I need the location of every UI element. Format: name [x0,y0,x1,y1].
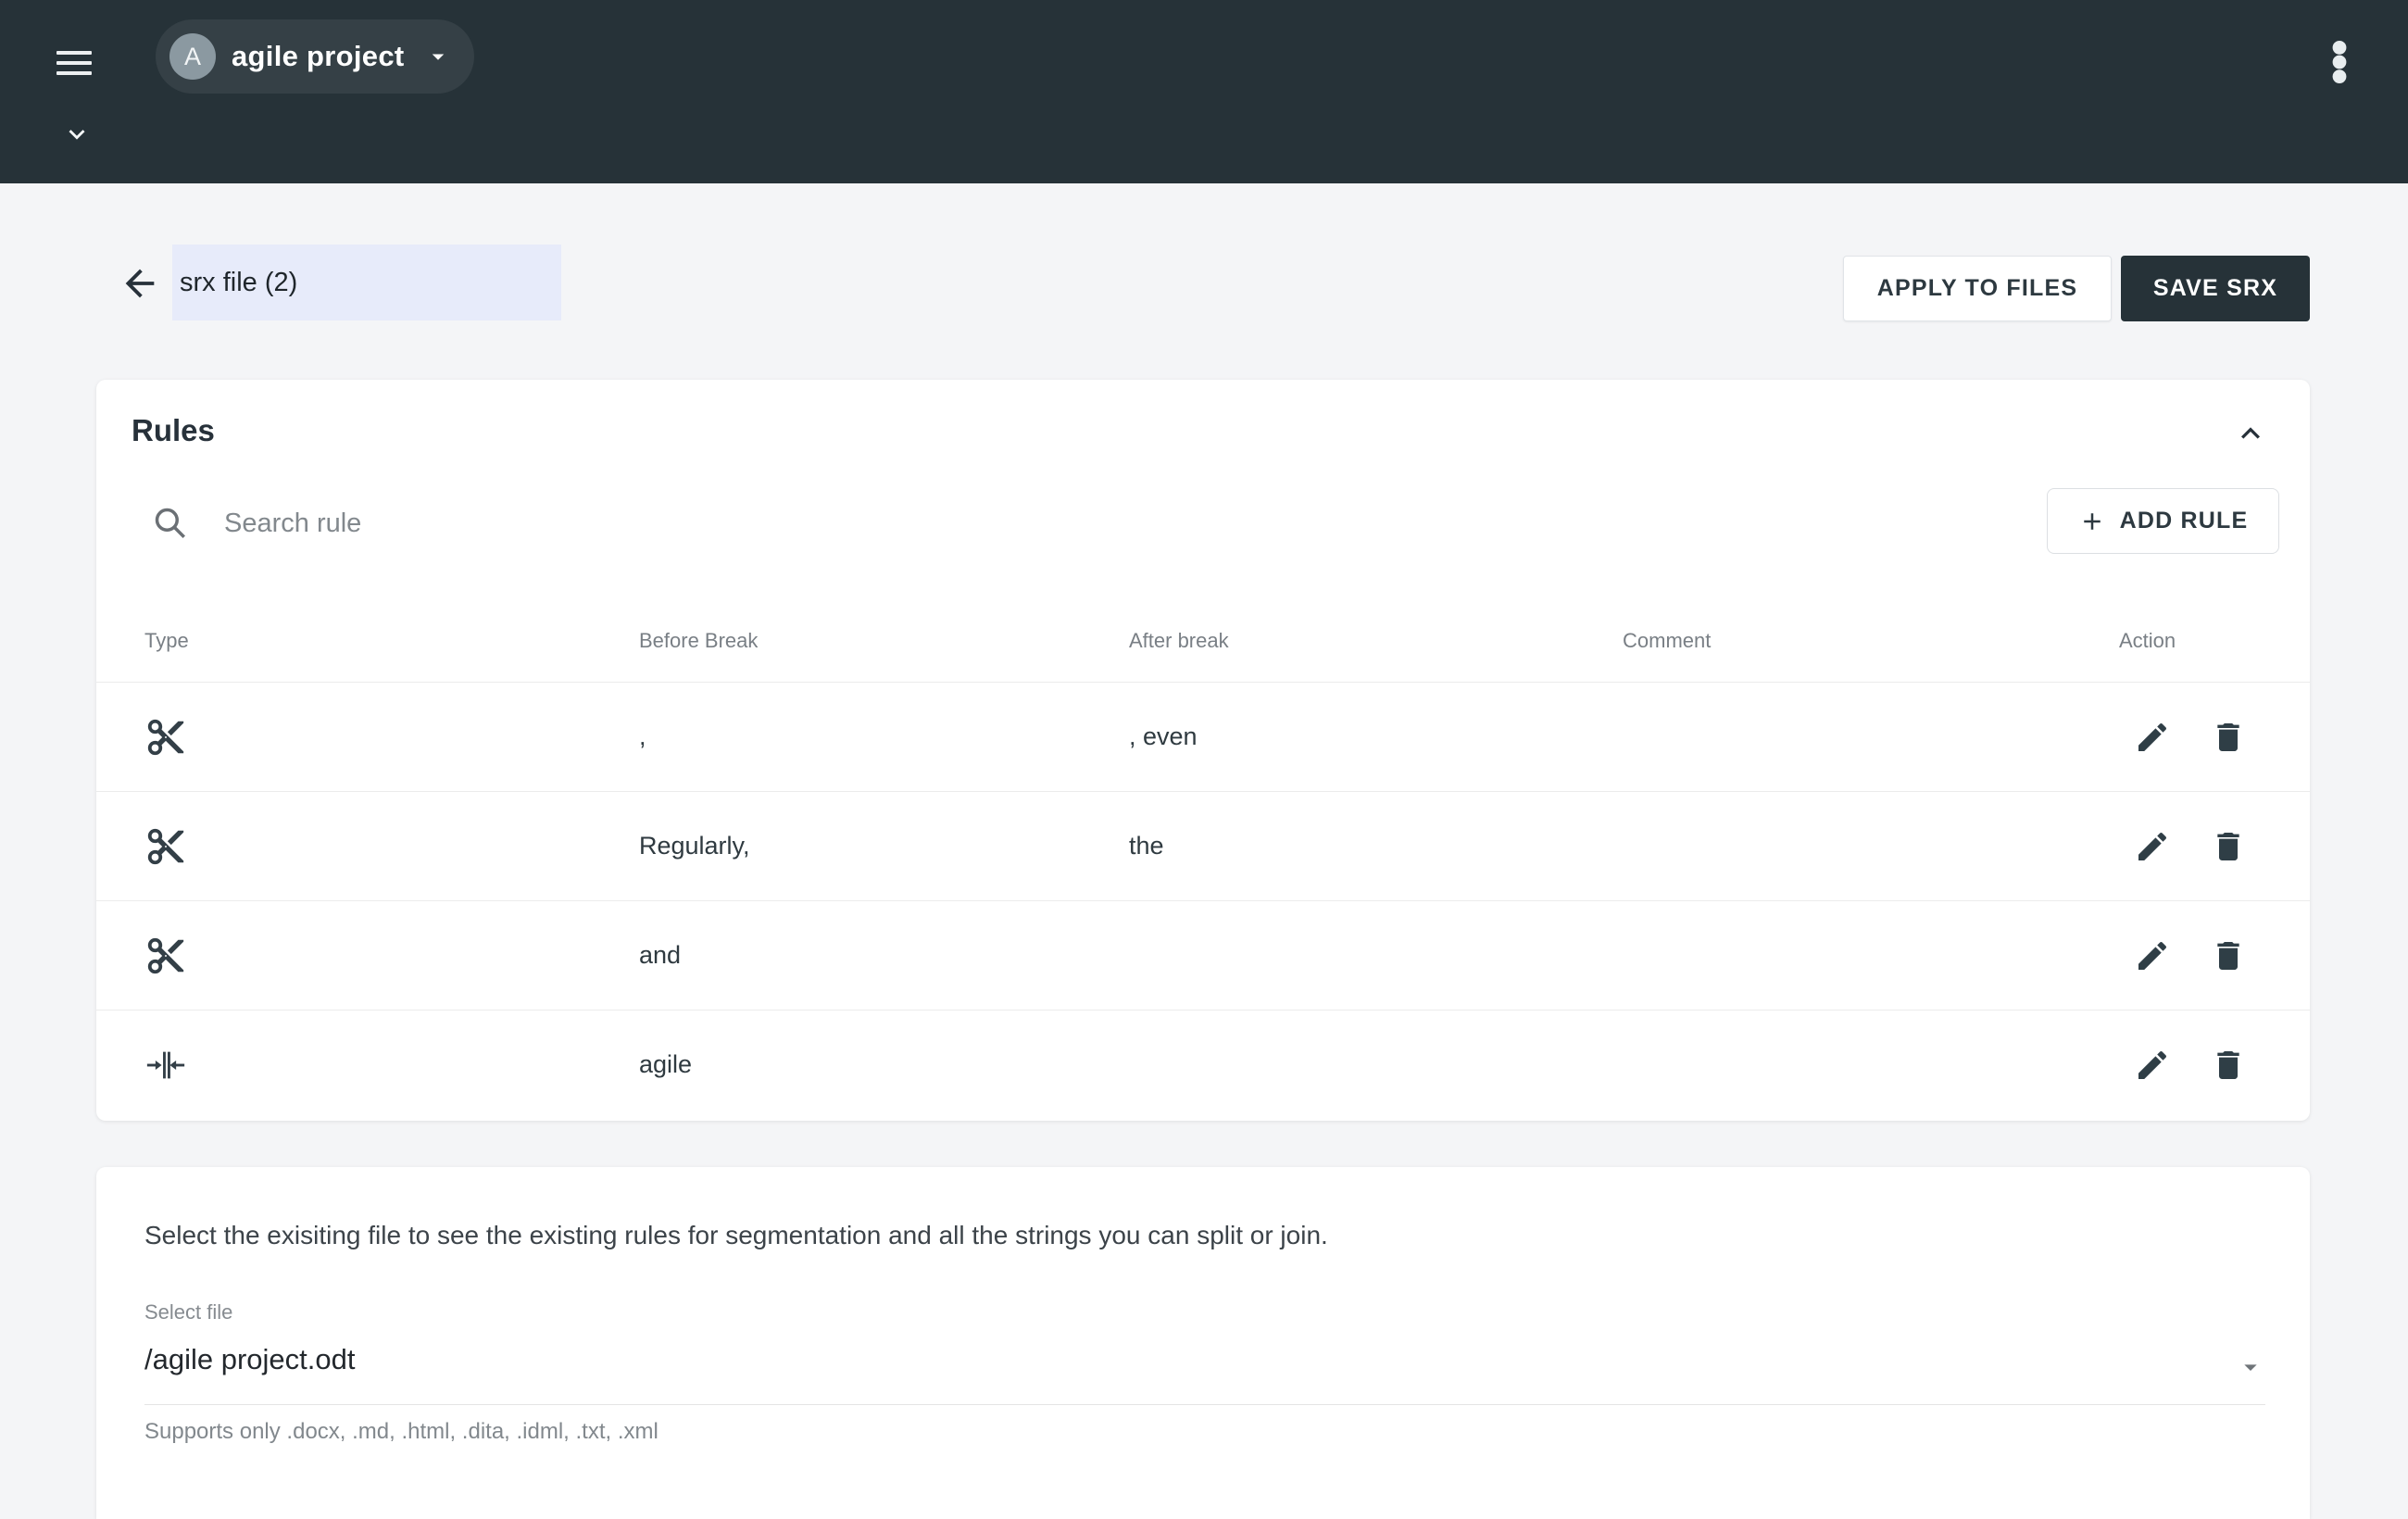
expand-panel-chevron-icon[interactable] [61,119,93,150]
top-app-bar: A agile project [0,0,2408,183]
search-rule-input[interactable] [224,498,1058,548]
edit-rule-icon[interactable] [2132,1045,2173,1086]
before-break-cell: and [639,941,1129,970]
edit-rule-icon[interactable] [2132,717,2173,758]
edit-rule-icon[interactable] [2132,826,2173,867]
plus-icon [2078,508,2106,535]
menu-icon[interactable] [56,51,92,77]
file-select-card: Select the exisiting file to see the exi… [96,1167,2310,1519]
more-options-icon[interactable] [2328,37,2351,87]
column-header-action: Action [2119,629,2310,653]
column-header-before-break: Before Break [639,629,1129,653]
edit-rule-icon[interactable] [2132,935,2173,976]
rules-card: Rules ADD RULE Type Before Break After b… [96,380,2310,1121]
project-switcher[interactable]: A agile project [156,19,474,94]
file-select-dropdown[interactable]: /agile project.odt [144,1330,2265,1405]
scissors-icon [144,935,639,977]
project-name: agile project [232,40,405,73]
before-break-cell: Regularly, [639,832,1129,860]
after-break-cell: , even [1129,722,1623,751]
add-rule-label: ADD RULE [2120,508,2249,534]
column-header-after-break: After break [1129,629,1623,653]
table-row: and [96,900,2310,1010]
join-icon [144,1044,639,1086]
delete-rule-icon[interactable] [2208,717,2249,758]
file-card-description: Select the exisiting file to see the exi… [144,1221,1328,1250]
table-header-row: Type Before Break After break Comment Ac… [96,600,2310,682]
apply-to-files-button[interactable]: APPLY TO FILES [1843,256,2112,321]
add-rule-button[interactable]: ADD RULE [2047,488,2279,554]
rules-card-title: Rules [132,413,215,448]
dropdown-caret-icon [2236,1352,2265,1382]
select-underline [144,1404,2265,1405]
after-break-cell: the [1129,832,1623,860]
delete-rule-icon[interactable] [2208,935,2249,976]
table-row: , , even [96,682,2310,791]
column-header-comment: Comment [1623,629,2119,653]
scissors-icon [144,716,639,759]
delete-rule-icon[interactable] [2208,826,2249,867]
before-break-cell: , [639,722,1129,751]
selected-file-value: /agile project.odt [144,1343,355,1376]
page-title: srx file (2) [180,268,297,298]
save-srx-button[interactable]: SAVE SRX [2121,256,2310,321]
rules-table: Type Before Break After break Comment Ac… [96,600,2310,1119]
delete-rule-icon[interactable] [2208,1045,2249,1086]
collapse-chevron-up-icon[interactable] [2232,415,2269,452]
project-avatar-letter: A [184,43,201,71]
chevron-down-icon [424,43,452,70]
project-avatar: A [169,33,216,80]
page-title-highlight: srx file (2) [172,245,561,320]
column-header-type: Type [144,629,639,653]
table-row: agile [96,1010,2310,1119]
supported-formats-helper: Supports only .docx, .md, .html, .dita, … [144,1419,658,1445]
back-arrow-icon[interactable] [119,262,161,305]
table-row: Regularly, the [96,791,2310,900]
search-icon [150,503,189,542]
before-break-cell: agile [639,1050,1129,1079]
scissors-icon [144,825,639,868]
select-file-label: Select file [144,1300,232,1324]
